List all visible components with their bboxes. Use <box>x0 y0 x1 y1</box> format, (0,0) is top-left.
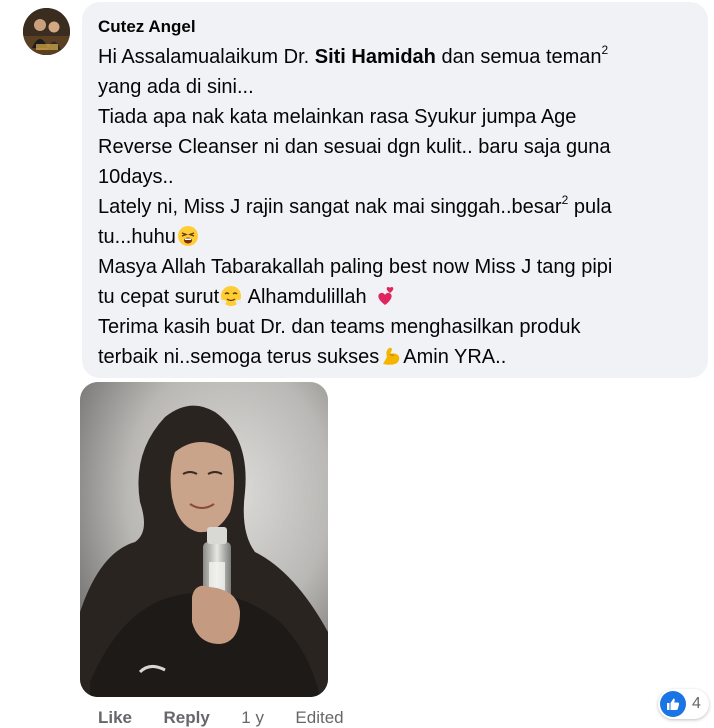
text-segment: Amin YRA.. <box>403 346 507 368</box>
comment-line: tu cepat surut Alhamdulillah <box>98 282 698 312</box>
text-segment: Alhamdulillah <box>243 286 373 308</box>
comment-line: 10days.. <box>98 166 174 188</box>
like-button[interactable]: Like <box>98 708 132 728</box>
avatar[interactable] <box>23 8 70 55</box>
reply-button[interactable]: Reply <box>164 708 210 728</box>
comment-line: yang ada di sini... <box>98 76 254 98</box>
comment-line: Tiada apa nak kata melainkan rasa Syukur… <box>98 106 577 128</box>
face-with-steam-emoji-icon <box>220 286 242 306</box>
comment-line: tu...huhu <box>98 222 698 252</box>
comment-line: Reverse Cleanser ni dan sesuai dgn kulit… <box>98 136 611 158</box>
comment-line: Masya Allah Tabarakallah paling best now… <box>98 256 613 278</box>
avatar-image <box>23 8 70 55</box>
timestamp-link[interactable]: 1 y <box>241 708 264 728</box>
text-segment: tu...huhu <box>98 226 176 248</box>
photo-image <box>80 382 328 697</box>
text-segment: terbaik ni..semoga terus sukses <box>98 346 380 368</box>
comment-body: Hi Assalamualaikum Dr. Siti Hamidah dan … <box>98 42 698 372</box>
comment-line: Hi Assalamualaikum Dr. Siti Hamidah dan … <box>98 42 698 72</box>
reaction-summary[interactable]: 4 <box>658 689 709 719</box>
flexed-biceps-emoji-icon <box>383 347 400 365</box>
comment-line: terbaik ni..semoga terus sukses Amin YRA.… <box>98 342 698 372</box>
superscript: 2 <box>601 43 609 57</box>
text-segment: tu cepat surut <box>98 286 220 308</box>
two-hearts-emoji-icon <box>378 286 394 305</box>
mention-link[interactable]: Siti Hamidah <box>315 46 436 68</box>
comment-container: Cutez Angel Hi Assalamualaikum Dr. Siti … <box>0 0 714 728</box>
text-segment: dan semua teman <box>435 46 602 68</box>
text-segment: Hi Assalamualaikum Dr. <box>98 46 315 68</box>
comment-author[interactable]: Cutez Angel <box>98 17 196 37</box>
reaction-count: 4 <box>692 695 701 712</box>
like-icon <box>660 691 686 717</box>
comment-photo[interactable] <box>80 382 328 697</box>
comment-actions: Like Reply 1 y Edited <box>98 708 344 728</box>
comment-line: Terima kasih buat Dr. dan teams menghasi… <box>98 316 581 338</box>
tired-face-emoji-icon <box>177 226 198 246</box>
comment-line: Lately ni, Miss J rajin sangat nak mai s… <box>98 192 698 222</box>
text-segment: pula <box>568 196 612 218</box>
edited-label[interactable]: Edited <box>295 708 343 728</box>
text-segment: Lately ni, Miss J rajin sangat nak mai s… <box>98 196 562 218</box>
